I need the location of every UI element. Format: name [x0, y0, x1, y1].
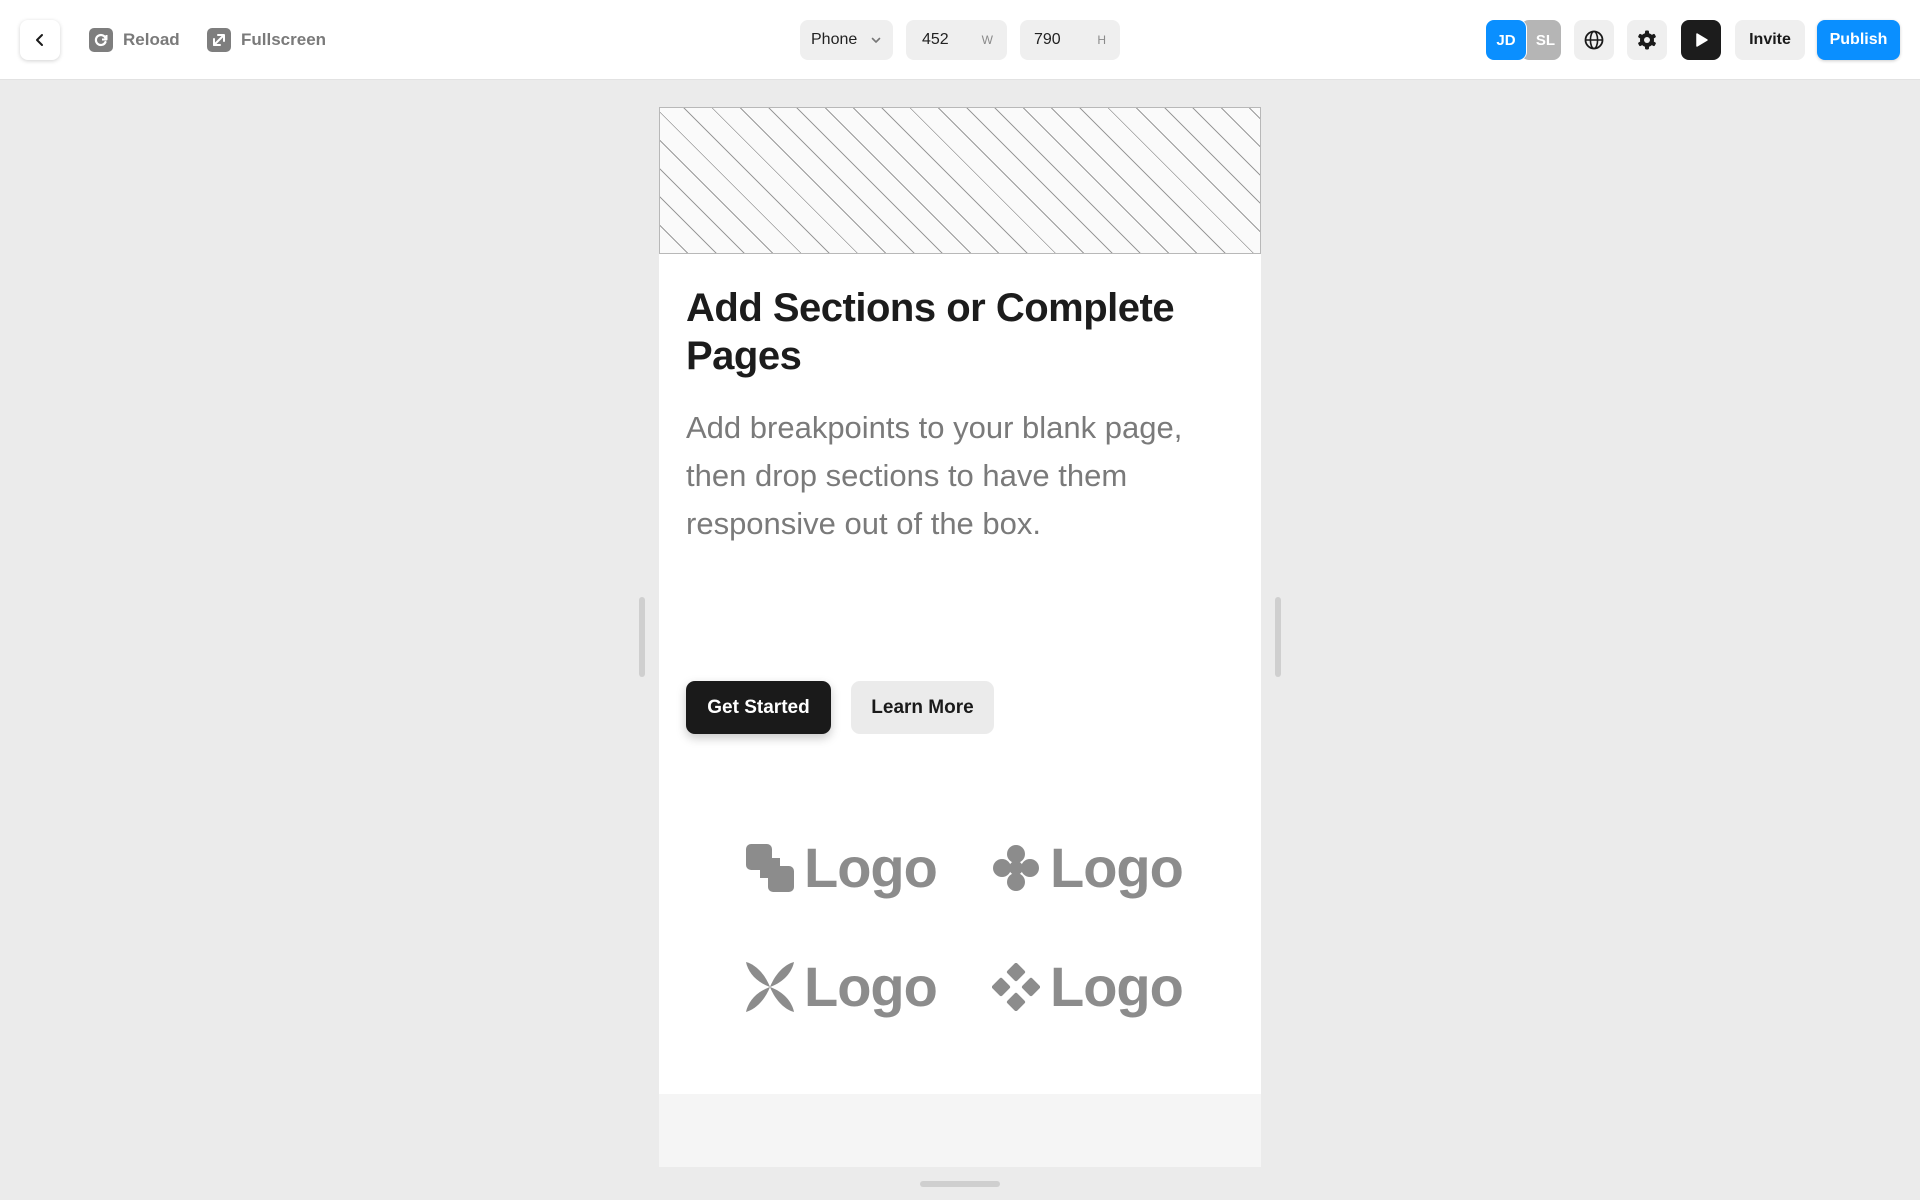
width-input[interactable]: 452 W: [906, 20, 1007, 60]
logo-item: Logo: [992, 955, 1184, 1018]
left-resize-handle[interactable]: [639, 597, 645, 677]
logo-text: Logo: [804, 955, 938, 1018]
height-unit: H: [1097, 33, 1106, 47]
globe-icon: [1584, 30, 1604, 50]
width-unit: W: [981, 33, 993, 47]
language-button[interactable]: [1574, 20, 1614, 60]
hero-headline: Add Sections or Complete Pages: [686, 286, 1175, 378]
avatar-initials: SL: [1535, 31, 1555, 49]
learn-more-button[interactable]: Learn More: [851, 681, 994, 734]
height-input[interactable]: 790 H: [1020, 20, 1120, 60]
petal-logo-icon: [746, 962, 794, 1012]
logo-text: Logo: [1050, 955, 1184, 1018]
avatar-sl[interactable]: SL: [1521, 20, 1561, 60]
invite-button[interactable]: Invite: [1735, 20, 1805, 60]
logo-item: Logo: [746, 955, 938, 1018]
top-toolbar: Reload Fullscreen Phone 452 W 790 H SL J…: [0, 0, 1920, 80]
width-value: 452: [922, 31, 949, 48]
gear-icon: [1638, 30, 1656, 50]
bottom-resize-handle[interactable]: [920, 1181, 1000, 1187]
logo-text: Logo: [1050, 836, 1184, 899]
right-resize-handle[interactable]: [1275, 597, 1281, 677]
logo-item: Logo: [992, 836, 1184, 899]
avatar-initials: JD: [1496, 31, 1516, 49]
fullscreen-button[interactable]: Fullscreen: [207, 26, 326, 54]
page-preview-frame: Add Sections or Complete Pages Add break…: [659, 107, 1261, 1167]
play-icon: [1696, 33, 1708, 47]
clover-logo-icon: [993, 845, 1039, 891]
reload-label: Reload: [123, 30, 180, 49]
reload-icon: [89, 28, 113, 52]
hero-subtext: Add breakpoints to your blank page, then…: [686, 410, 1183, 541]
settings-button[interactable]: [1627, 20, 1667, 60]
expand-icon: [207, 28, 231, 52]
diamond-logo-icon: [992, 963, 1040, 1011]
publish-button[interactable]: Publish: [1817, 20, 1900, 60]
fullscreen-label: Fullscreen: [241, 30, 327, 49]
back-button[interactable]: [20, 20, 60, 60]
get-started-button[interactable]: Get Started: [686, 681, 831, 734]
reload-button[interactable]: Reload: [89, 26, 180, 54]
hero-section: Add Sections or Complete Pages Add break…: [659, 254, 1261, 1094]
preview-button[interactable]: [1681, 20, 1721, 60]
chevron-left-icon: [36, 34, 43, 46]
device-select[interactable]: Phone: [800, 20, 893, 60]
device-select-value: Phone: [811, 31, 858, 48]
avatar-jd[interactable]: JD: [1486, 20, 1526, 60]
logo-item: Logo: [746, 836, 938, 899]
image-placeholder: [659, 107, 1261, 254]
squares-logo-icon: [746, 844, 794, 892]
logo-text: Logo: [804, 836, 938, 899]
chevron-down-icon: [871, 37, 881, 43]
height-value: 790: [1034, 31, 1061, 48]
